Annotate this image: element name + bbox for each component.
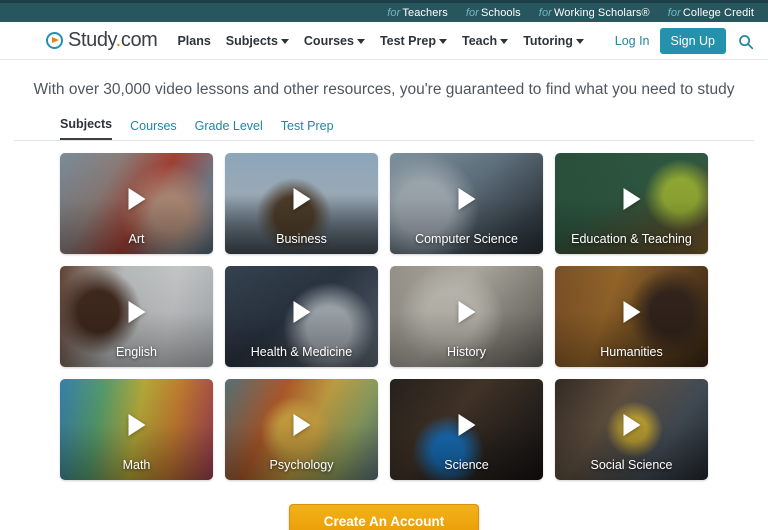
menu-item-label: Teach (461, 33, 498, 48)
top-link-college-credit[interactable]: for College Credit (668, 7, 754, 19)
menu-item-teach[interactable]: Teach (461, 33, 509, 48)
logo-name: Study (68, 29, 116, 51)
play-icon (458, 188, 475, 211)
play-icon (128, 188, 145, 211)
menu-item-label: Tutoring (523, 33, 573, 48)
card-label: Business (276, 232, 327, 246)
nav-account-actions: Log In Sign Up (615, 27, 754, 54)
card-label: Social Science (590, 458, 673, 472)
card-label: History (447, 345, 486, 359)
create-account-button[interactable]: Create An Account (288, 504, 480, 530)
menu-item-label: Subjects (225, 33, 278, 48)
play-icon (293, 301, 310, 324)
menu-item-subjects[interactable]: Subjects (226, 34, 289, 48)
menu-item-courses[interactable]: Courses (304, 34, 365, 48)
play-icon (458, 301, 475, 324)
chevron-down-icon (575, 39, 584, 44)
logo-suffix: com (120, 29, 158, 51)
card-label: English (116, 345, 157, 359)
top-link-prefix: for (465, 6, 479, 19)
tab-subjects[interactable]: Subjects (60, 117, 113, 140)
subject-card-history[interactable]: History (390, 266, 543, 367)
page-content: With over 30,000 video lessons and other… (0, 81, 768, 530)
top-link-label: Working Scholars® (553, 6, 650, 19)
subject-card-grid: Art Business Computer Science Education & T… (14, 141, 754, 480)
menu-item-tutoring[interactable]: Tutoring (523, 34, 584, 48)
card-label: Science (444, 458, 489, 472)
subject-card-art[interactable]: Art (60, 153, 213, 254)
card-label: Math (122, 458, 151, 472)
top-utility-bar: for Teachers for Schools for Working Scholars… (0, 0, 768, 22)
top-link-prefix: for (538, 6, 552, 19)
subject-card-social-science[interactable]: Social Science (555, 379, 708, 480)
menu-item-label: Test Prep (379, 33, 436, 48)
search-button[interactable] (736, 32, 754, 50)
card-label: Humanities (600, 345, 663, 359)
page-tagline: With over 30,000 video lessons and other… (33, 81, 735, 98)
top-link-prefix: for (667, 6, 681, 19)
subject-card-psychology[interactable]: Psychology (225, 379, 378, 480)
play-icon (128, 414, 145, 437)
primary-menu: Plans Subjects Courses Test Prep Teach Tutori… (177, 34, 584, 48)
signup-button[interactable]: Sign Up (659, 27, 726, 54)
card-label: Education & Teaching (571, 232, 692, 246)
chevron-down-icon (356, 39, 365, 44)
play-icon (293, 188, 310, 211)
subject-card-english[interactable]: English (60, 266, 213, 367)
top-link-label: College Credit (682, 6, 754, 19)
play-icon (623, 301, 640, 324)
menu-item-label: Courses (303, 33, 354, 48)
menu-item-label: Plans (177, 33, 211, 48)
play-icon (458, 414, 475, 437)
chevron-down-icon (280, 39, 289, 44)
card-label: Psychology (269, 458, 334, 472)
tab-grade-level[interactable]: Grade Level (195, 119, 263, 140)
subject-card-health-medicine[interactable]: Health & Medicine (225, 266, 378, 367)
top-link-prefix: for (387, 6, 401, 19)
top-link-schools[interactable]: for Schools (466, 7, 521, 19)
cta-container: Create An Account (14, 504, 754, 530)
site-logo[interactable]: Study.com (46, 29, 158, 52)
category-tabs: Subjects Courses Grade Level Test Prep (14, 99, 754, 141)
card-label: Art (128, 232, 145, 246)
play-icon (293, 414, 310, 437)
login-link[interactable]: Log In (615, 34, 650, 48)
card-label: Health & Medicine (250, 345, 353, 359)
subject-card-science[interactable]: Science (390, 379, 543, 480)
menu-item-plans[interactable]: Plans (177, 34, 210, 48)
subject-card-math[interactable]: Math (60, 379, 213, 480)
subject-card-education-teaching[interactable]: Education & Teaching (555, 153, 708, 254)
subject-card-humanities[interactable]: Humanities (555, 266, 708, 367)
tab-courses[interactable]: Courses (130, 119, 177, 140)
main-navigation-bar: Study.com Plans Subjects Courses Test Prep T… (0, 22, 768, 60)
menu-item-test-prep[interactable]: Test Prep (380, 34, 447, 48)
play-circle-logo-icon (46, 32, 63, 49)
chevron-down-icon (438, 39, 447, 44)
play-icon (128, 301, 145, 324)
tab-test-prep[interactable]: Test Prep (281, 119, 334, 140)
chevron-down-icon (500, 39, 509, 44)
top-link-label: Teachers (402, 6, 448, 19)
search-icon (739, 34, 754, 49)
top-link-working-scholars[interactable]: for Working Scholars® (539, 7, 650, 19)
subject-card-computer-science[interactable]: Computer Science (390, 153, 543, 254)
top-link-label: Schools (480, 6, 521, 19)
card-label: Computer Science (415, 232, 518, 246)
play-icon (623, 188, 640, 211)
play-icon (623, 414, 640, 437)
subject-card-business[interactable]: Business (225, 153, 378, 254)
top-link-teachers[interactable]: for Teachers (387, 7, 448, 19)
logo-wordmark: Study.com (68, 29, 158, 52)
